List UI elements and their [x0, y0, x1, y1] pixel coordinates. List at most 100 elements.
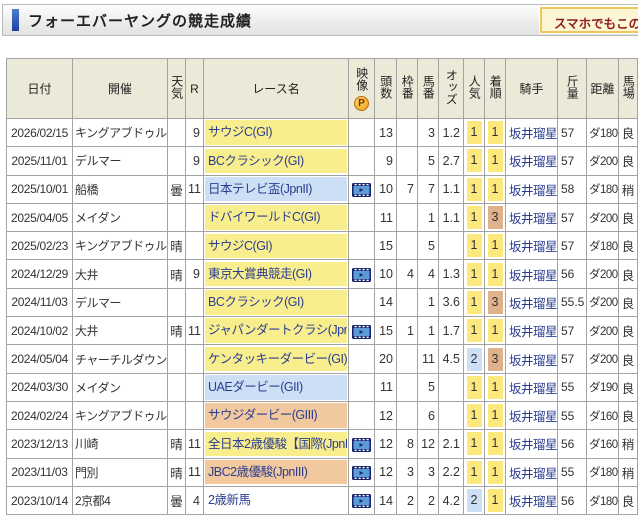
race-number-cell — [186, 232, 204, 260]
weight-cell: 57 — [558, 147, 587, 175]
finish-badge: 1 — [488, 489, 503, 512]
horse-count-cell: 12 — [375, 458, 397, 486]
col-header-race-number: R — [186, 59, 204, 119]
going-cell: 良 — [619, 232, 638, 260]
horse-count-cell: 10 — [375, 260, 397, 288]
distance-cell: ダ1800 — [587, 458, 619, 486]
jockey-link[interactable]: 坂井瑠星 — [506, 430, 558, 458]
video-icon[interactable] — [352, 438, 371, 452]
favorite-badge: 1 — [467, 149, 482, 172]
result-row: 2023/10/142京都4曇42歳新馬14224.221坂井瑠星56ダ1800… — [7, 486, 638, 514]
horse-count-cell: 15 — [375, 232, 397, 260]
favorite-cell: 2 — [464, 486, 485, 514]
horse-count-cell: 11 — [375, 373, 397, 401]
jockey-link[interactable]: 坂井瑠星 — [506, 175, 558, 203]
weight-cell: 57 — [558, 317, 587, 345]
race-link[interactable]: サウジダービー(GIII) — [205, 403, 347, 428]
weather-cell — [168, 373, 186, 401]
horse-number-cell: 7 — [418, 175, 439, 203]
finish-badge: 1 — [488, 121, 503, 144]
race-number-cell: 11 — [186, 430, 204, 458]
weight-cell: 55 — [558, 373, 587, 401]
weight-cell: 57 — [558, 119, 587, 147]
finish-cell: 1 — [485, 430, 506, 458]
favorite-badge: 1 — [467, 121, 482, 144]
jockey-link[interactable]: 坂井瑠星 — [506, 288, 558, 316]
date-cell: 2025/11/01 — [7, 147, 73, 175]
col-header-weight: 斤量 — [558, 59, 587, 119]
race-link[interactable]: 日本テレビ盃(JpnII) — [205, 177, 347, 202]
favorite-badge: 1 — [467, 432, 482, 455]
favorite-badge: 1 — [467, 319, 482, 342]
finish-cell: 1 — [485, 486, 506, 514]
distance-cell: ダ2000 — [587, 288, 619, 316]
jockey-link[interactable]: 坂井瑠星 — [506, 486, 558, 514]
weather-cell: 曇 — [168, 486, 186, 514]
race-link[interactable]: ジャパンダートクラシ(JpnI) — [205, 318, 347, 343]
finish-badge: 3 — [488, 291, 503, 314]
jockey-link[interactable]: 坂井瑠星 — [506, 458, 558, 486]
smartphone-promo-button[interactable]: スマホでもこの機能が使えます — [540, 7, 638, 33]
jockey-link[interactable]: 坂井瑠星 — [506, 260, 558, 288]
video-icon[interactable] — [352, 325, 371, 339]
weather-cell — [168, 345, 186, 373]
result-row: 2024/02/24キングアブドゥルサウジダービー(GIII)12611坂井瑠星… — [7, 401, 638, 429]
race-link[interactable]: ケンタッキーダービー(GI) — [205, 347, 347, 372]
odds-cell — [439, 373, 464, 401]
video-icon[interactable] — [352, 268, 371, 282]
jockey-link[interactable]: 坂井瑠星 — [506, 373, 558, 401]
horse-number-cell: 1 — [418, 317, 439, 345]
horse-number-cell: 4 — [418, 260, 439, 288]
date-cell: 2025/02/23 — [7, 232, 73, 260]
finish-cell: 1 — [485, 458, 506, 486]
weather-cell: 晴 — [168, 260, 186, 288]
venue-cell: メイダン — [73, 203, 168, 231]
date-cell: 2024/02/24 — [7, 401, 73, 429]
race-link[interactable]: BCクラシック(GI) — [205, 149, 347, 174]
race-number-cell — [186, 203, 204, 231]
horse-count-cell: 15 — [375, 317, 397, 345]
distance-cell: ダ1600 — [587, 401, 619, 429]
race-name-cell: BCクラシック(GI) — [204, 147, 349, 175]
horse-count-cell: 10 — [375, 175, 397, 203]
smartphone-promo-label: スマホでもこの機能が使えます — [554, 17, 638, 31]
jockey-link[interactable]: 坂井瑠星 — [506, 119, 558, 147]
date-cell: 2026/02/15 — [7, 119, 73, 147]
venue-cell: チャーチルダウン — [73, 345, 168, 373]
jockey-link[interactable]: 坂井瑠星 — [506, 317, 558, 345]
frame-number-cell — [397, 119, 418, 147]
finish-cell: 3 — [485, 203, 506, 231]
jockey-link[interactable]: 坂井瑠星 — [506, 345, 558, 373]
race-link[interactable]: サウジC(GI) — [205, 234, 347, 259]
finish-badge: 1 — [488, 376, 503, 399]
weight-cell: 56 — [558, 486, 587, 514]
col-header-horse-number: 馬番 — [418, 59, 439, 119]
race-link[interactable]: 2歳新馬 — [205, 488, 347, 513]
weather-cell: 曇 — [168, 175, 186, 203]
finish-cell: 1 — [485, 317, 506, 345]
race-link[interactable]: 全日本2歳優駿【国際(JpnI) — [205, 432, 347, 457]
venue-cell: デルマー — [73, 288, 168, 316]
horse-number-cell: 5 — [418, 147, 439, 175]
frame-number-cell — [397, 345, 418, 373]
jockey-link[interactable]: 坂井瑠星 — [506, 401, 558, 429]
favorite-badge: 1 — [467, 291, 482, 314]
race-link[interactable]: UAEダービー(GII) — [205, 375, 347, 400]
video-icon[interactable] — [352, 466, 371, 480]
race-link[interactable]: 東京大賞典競走(GI) — [205, 262, 347, 287]
video-icon[interactable] — [352, 494, 371, 508]
video-icon[interactable] — [352, 183, 371, 197]
race-link[interactable]: JBC2歳優駿(JpnIII) — [205, 460, 347, 485]
col-header-finish: 着順 — [485, 59, 506, 119]
jockey-link[interactable]: 坂井瑠星 — [506, 232, 558, 260]
date-cell: 2024/03/30 — [7, 373, 73, 401]
race-link[interactable]: サウジC(GI) — [205, 120, 347, 145]
jockey-link[interactable]: 坂井瑠星 — [506, 203, 558, 231]
race-link[interactable]: ドバイワールドC(GI) — [205, 205, 347, 230]
going-cell: 稍 — [619, 175, 638, 203]
finish-badge: 1 — [488, 263, 503, 286]
finish-cell: 1 — [485, 260, 506, 288]
jockey-link[interactable]: 坂井瑠星 — [506, 147, 558, 175]
race-link[interactable]: BCクラシック(GI) — [205, 290, 347, 315]
favorite-cell: 1 — [464, 430, 485, 458]
